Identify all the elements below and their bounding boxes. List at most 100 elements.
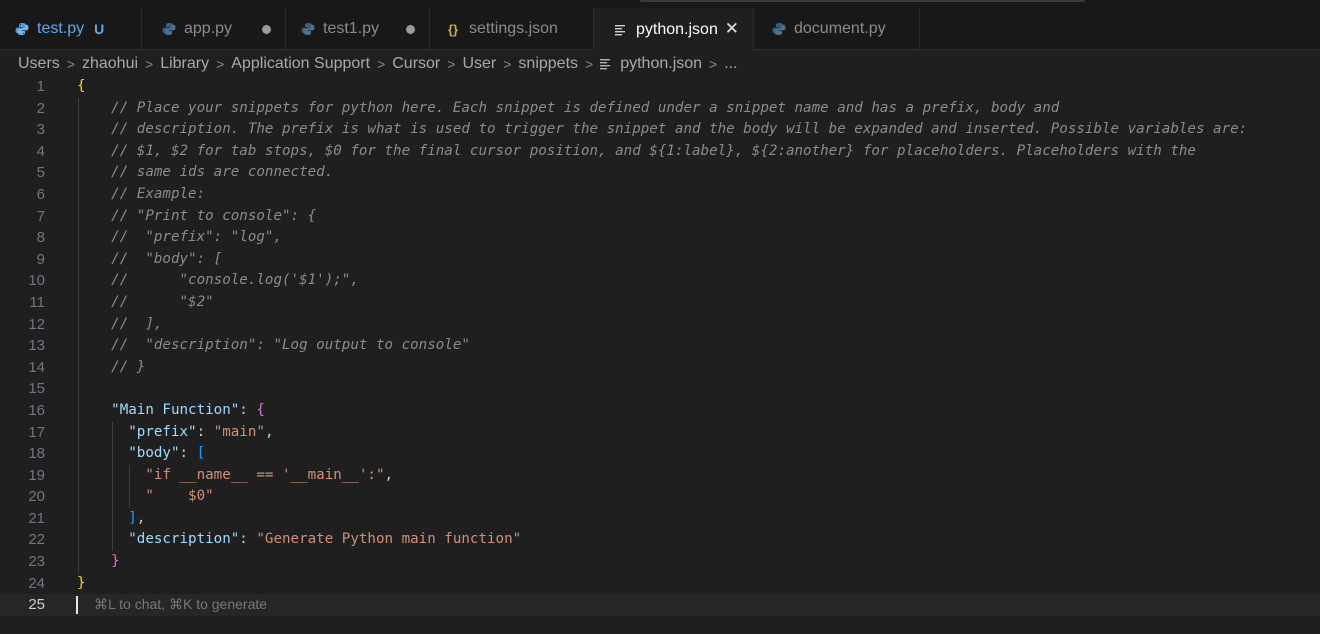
indent-guide <box>77 378 79 400</box>
code-line[interactable]: 23 } <box>0 551 1320 573</box>
chevron-right-icon: > <box>447 56 456 72</box>
breadcrumb-file[interactable]: python.json <box>620 53 702 75</box>
code-editor[interactable]: 1{2 // Place your snippets for python he… <box>0 76 1320 616</box>
code-text: // ], <box>111 315 163 332</box>
line-number: 23 <box>28 553 45 571</box>
tab-label: app.py <box>184 20 233 37</box>
code-line[interactable]: 24} <box>0 573 1320 595</box>
code-text: { <box>77 78 86 94</box>
code-line[interactable]: 14 // } <box>0 356 1320 379</box>
code-text: // "prefix": "log", <box>111 229 283 246</box>
lines-file-icon <box>614 23 628 37</box>
line-number: 6 <box>36 185 45 203</box>
breadcrumb-item[interactable]: zhaohui <box>82 53 138 75</box>
breadcrumb-ellipsis[interactable]: ... <box>724 53 737 75</box>
code-line[interactable]: 18 "body": [ <box>0 443 1320 465</box>
code-line[interactable]: 5 // same ids are connected. <box>0 162 1320 184</box>
code-text: // "body": [ <box>111 250 223 267</box>
code-text: "description": "Generate Python main fun… <box>128 531 522 548</box>
code-text: "body": [ <box>128 445 206 462</box>
line-number: 1 <box>36 78 45 95</box>
window-top-strip <box>0 0 1320 8</box>
chevron-right-icon: > <box>585 56 594 72</box>
command-center-edge[interactable] <box>640 0 1085 2</box>
code-line[interactable]: 12 // ], <box>0 313 1320 336</box>
tab-label: python.json <box>636 20 718 38</box>
line-number: 24 <box>28 574 45 592</box>
tab-label: test.py <box>37 20 85 37</box>
untracked-marker: U <box>94 21 105 37</box>
code-line[interactable]: 17 "prefix": "main", <box>0 421 1320 444</box>
unsaved-dot-icon[interactable] <box>262 8 271 50</box>
code-text: // same ids are connected. <box>111 164 334 181</box>
breadcrumb-item[interactable]: Library <box>160 53 209 75</box>
code-line[interactable]: 10 // "console.log('$1');", <box>0 270 1320 292</box>
line-number: 16 <box>28 401 45 419</box>
chevron-right-icon: > <box>145 56 154 72</box>
tab-document-py[interactable]: document.py <box>754 8 920 50</box>
chevron-right-icon: > <box>709 56 718 72</box>
code-text: // "console.log('$1');", <box>111 272 359 289</box>
tab-label: document.py <box>794 20 886 37</box>
code-line[interactable]: 7 // "Print to console": { <box>0 205 1320 228</box>
code-text: "Main Function": { <box>111 401 265 418</box>
chevron-right-icon: > <box>216 56 225 72</box>
line-number: 8 <box>36 229 45 247</box>
current-code-line[interactable]: 25 ⌘L to chat, ⌘K to generate <box>0 594 1320 616</box>
code-line[interactable]: 2 // Place your snippets for python here… <box>0 97 1320 120</box>
breadcrumb-item[interactable]: Users <box>18 53 60 75</box>
code-text: "prefix": "main", <box>128 423 274 440</box>
line-number: 5 <box>36 164 45 182</box>
close-icon[interactable]: ✕ <box>725 8 739 50</box>
tab-label: test1.py <box>323 20 380 37</box>
code-line[interactable]: 21 ], <box>0 507 1320 530</box>
code-text: // $1, $2 for tab stops, $0 for the fina… <box>111 142 1196 159</box>
line-number: 4 <box>36 142 45 160</box>
line-number: 9 <box>36 250 45 268</box>
code-line[interactable]: 16 "Main Function": { <box>0 399 1320 422</box>
line-number: 18 <box>28 445 45 463</box>
code-line[interactable]: 8 // "prefix": "log", <box>0 227 1320 249</box>
line-number: 11 <box>29 293 45 311</box>
line-number: 13 <box>28 337 45 355</box>
tab-settings-json[interactable]: {} settings.json <box>430 8 594 50</box>
code-line[interactable]: 9 // "body": [ <box>0 248 1320 271</box>
line-number: 14 <box>28 358 45 376</box>
line-number: 22 <box>28 531 45 549</box>
tab-test-py[interactable]: test.py U <box>0 8 142 50</box>
line-number: 3 <box>36 121 45 139</box>
code-line[interactable]: 4 // $1, $2 for tab stops, $0 for the fi… <box>0 140 1320 163</box>
line-number: 20 <box>28 488 45 506</box>
code-line[interactable]: 13 // "description": "Log output to cons… <box>0 335 1320 357</box>
code-line[interactable]: 11 // "$2" <box>0 291 1320 314</box>
code-text: ], <box>128 509 146 526</box>
code-line[interactable]: 3 // description. The prefix is what is … <box>0 119 1320 141</box>
breadcrumb-item[interactable]: Application Support <box>231 53 370 75</box>
code-text: // description. The prefix is what is us… <box>111 121 1248 138</box>
tab-app-py[interactable]: app.py <box>142 8 286 50</box>
code-text: } <box>111 553 120 570</box>
line-number: 17 <box>28 423 45 441</box>
python-icon <box>15 22 29 36</box>
code-line[interactable]: 20 " $0" <box>0 486 1320 508</box>
code-text: " $0" <box>145 488 214 505</box>
chevron-right-icon: > <box>503 56 512 72</box>
code-line[interactable]: 19 "if __name__ == '__main__':", <box>0 464 1320 487</box>
tab-python-json[interactable]: python.json ✕ <box>594 8 754 51</box>
code-text: // "Print to console": { <box>111 207 317 224</box>
code-line[interactable]: 22 "description": "Generate Python main … <box>0 529 1320 552</box>
breadcrumb-item[interactable]: User <box>462 53 496 75</box>
code-line[interactable]: 1{ <box>0 76 1320 98</box>
code-text: "if __name__ == '__main__':", <box>145 466 394 483</box>
breadcrumb-item[interactable]: snippets <box>518 53 578 75</box>
tab-test1-py[interactable]: test1.py <box>286 8 430 50</box>
python-icon <box>162 22 176 36</box>
line-number: 21 <box>28 509 45 527</box>
breadcrumb-item[interactable]: Cursor <box>392 53 440 75</box>
line-number: 19 <box>28 466 45 484</box>
code-line[interactable]: 6 // Example: <box>0 183 1320 206</box>
code-line[interactable]: 15 <box>0 378 1320 400</box>
unsaved-dot-icon[interactable] <box>406 8 415 50</box>
code-text: // "$2" <box>111 293 214 310</box>
python-icon <box>301 22 315 36</box>
